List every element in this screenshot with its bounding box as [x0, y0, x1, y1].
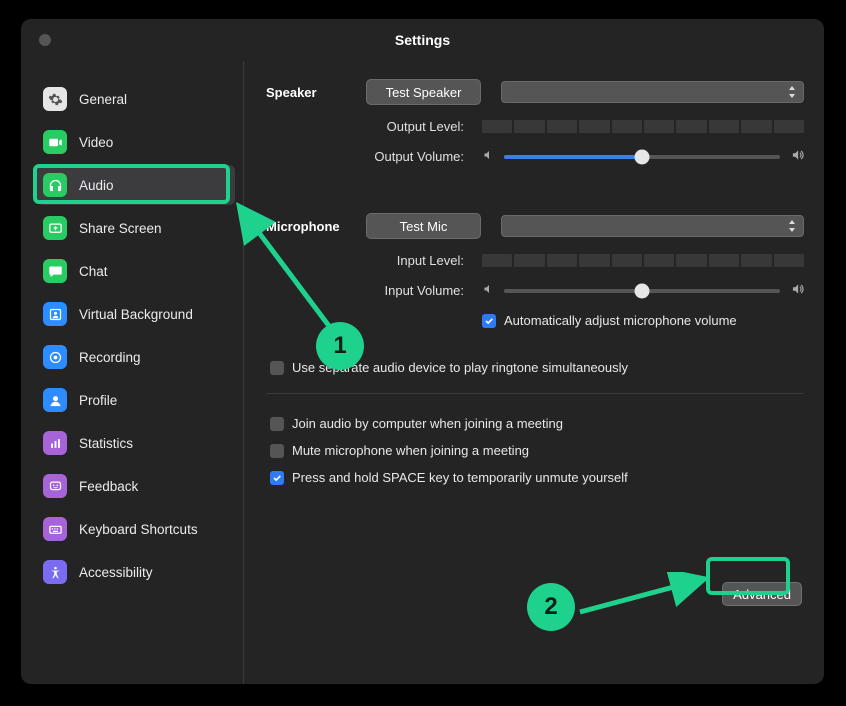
input-volume-label: Input Volume: — [266, 283, 482, 298]
advanced-button[interactable]: Advanced — [722, 582, 802, 606]
accessibility-icon — [43, 560, 67, 584]
sidebar-item-label: Video — [79, 135, 113, 150]
separate-audio-device-label: Use separate audio device to play ringto… — [292, 360, 628, 375]
auto-adjust-mic-label: Automatically adjust microphone volume — [504, 313, 737, 328]
sidebar-item-general[interactable]: General — [37, 79, 235, 119]
volume-high-icon — [790, 282, 804, 299]
close-window-dot[interactable] — [39, 34, 51, 46]
record-icon — [43, 345, 67, 369]
output-volume-slider[interactable] — [504, 155, 780, 159]
sidebar-item-video[interactable]: Video — [37, 122, 235, 162]
output-level-meter — [482, 120, 804, 133]
sidebar-item-label: Profile — [79, 393, 117, 408]
video-icon — [43, 130, 67, 154]
sidebar-item-share-screen[interactable]: Share Screen — [37, 208, 235, 248]
sidebar-item-audio[interactable]: Audio — [37, 165, 235, 205]
mic-device-select[interactable] — [501, 215, 804, 237]
sidebar-item-chat[interactable]: Chat — [37, 251, 235, 291]
settings-window: Settings General Video Audio — [21, 19, 824, 684]
sidebar-item-statistics[interactable]: Statistics — [37, 423, 235, 463]
test-speaker-button[interactable]: Test Speaker — [366, 79, 481, 105]
sidebar-item-keyboard-shortcuts[interactable]: Keyboard Shortcuts — [37, 509, 235, 549]
sidebar-item-virtual-background[interactable]: Virtual Background — [37, 294, 235, 334]
sidebar-item-accessibility[interactable]: Accessibility — [37, 552, 235, 592]
sidebar-item-label: Recording — [79, 350, 141, 365]
sidebar-item-label: Accessibility — [79, 565, 153, 580]
sidebar-item-label: Feedback — [79, 479, 138, 494]
sidebar-item-label: Audio — [79, 178, 114, 193]
titlebar: Settings — [21, 19, 824, 61]
mute-on-join-checkbox[interactable] — [270, 444, 284, 458]
window-title: Settings — [21, 32, 824, 48]
join-audio-label: Join audio by computer when joining a me… — [292, 416, 563, 431]
test-mic-button[interactable]: Test Mic — [366, 213, 481, 239]
sidebar-item-label: General — [79, 92, 127, 107]
auto-adjust-mic-checkbox[interactable] — [482, 314, 496, 328]
divider — [266, 393, 804, 394]
stats-icon — [43, 431, 67, 455]
sidebar-item-feedback[interactable]: Feedback — [37, 466, 235, 506]
input-level-meter — [482, 254, 804, 267]
microphone-heading: Microphone — [266, 219, 366, 234]
sidebar-item-label: Statistics — [79, 436, 133, 451]
profile-icon — [43, 388, 67, 412]
join-audio-checkbox[interactable] — [270, 417, 284, 431]
mute-on-join-label: Mute microphone when joining a meeting — [292, 443, 529, 458]
sidebar-item-recording[interactable]: Recording — [37, 337, 235, 377]
sidebar: General Video Audio Share Screen — [21, 61, 244, 684]
sidebar-item-label: Virtual Background — [79, 307, 193, 322]
share-screen-icon — [43, 216, 67, 240]
feedback-icon — [43, 474, 67, 498]
volume-low-icon — [482, 149, 494, 164]
output-volume-label: Output Volume: — [266, 149, 482, 164]
chat-icon — [43, 259, 67, 283]
sidebar-item-label: Chat — [79, 264, 108, 279]
virtual-background-icon — [43, 302, 67, 326]
keyboard-icon — [43, 517, 67, 541]
speaker-heading: Speaker — [266, 85, 366, 100]
audio-settings-panel: Speaker Test Speaker Output Level: Outpu… — [244, 61, 824, 684]
volume-low-icon — [482, 283, 494, 298]
input-volume-slider[interactable] — [504, 289, 780, 293]
space-unmute-label: Press and hold SPACE key to temporarily … — [292, 470, 628, 485]
separate-audio-device-checkbox[interactable] — [270, 361, 284, 375]
gear-icon — [43, 87, 67, 111]
space-unmute-checkbox[interactable] — [270, 471, 284, 485]
input-level-label: Input Level: — [266, 253, 482, 268]
sidebar-item-label: Share Screen — [79, 221, 162, 236]
sidebar-item-label: Keyboard Shortcuts — [79, 522, 198, 537]
output-level-label: Output Level: — [266, 119, 482, 134]
volume-high-icon — [790, 148, 804, 165]
speaker-device-select[interactable] — [501, 81, 804, 103]
headphones-icon — [43, 173, 67, 197]
sidebar-item-profile[interactable]: Profile — [37, 380, 235, 420]
